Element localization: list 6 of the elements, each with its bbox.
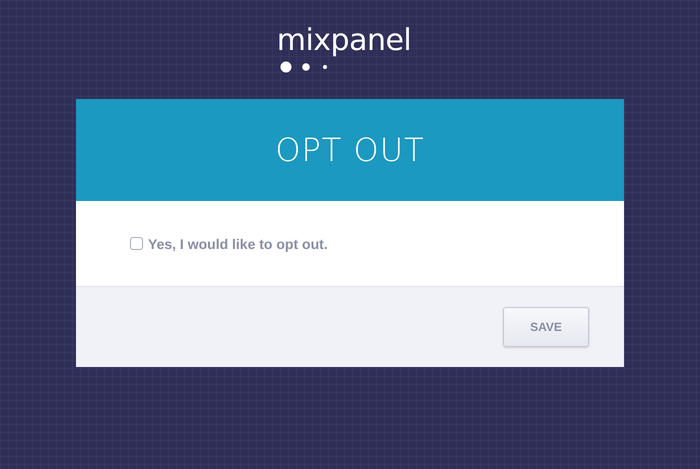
dots-icon bbox=[280, 60, 330, 74]
save-button[interactable]: SAVE bbox=[503, 307, 589, 347]
logo-wordmark: mixpanel bbox=[276, 24, 412, 58]
card-title: OPT OUT bbox=[275, 131, 425, 169]
checkbox-label: Yes, I would like to opt out. bbox=[148, 236, 328, 252]
checkbox[interactable] bbox=[130, 237, 143, 250]
